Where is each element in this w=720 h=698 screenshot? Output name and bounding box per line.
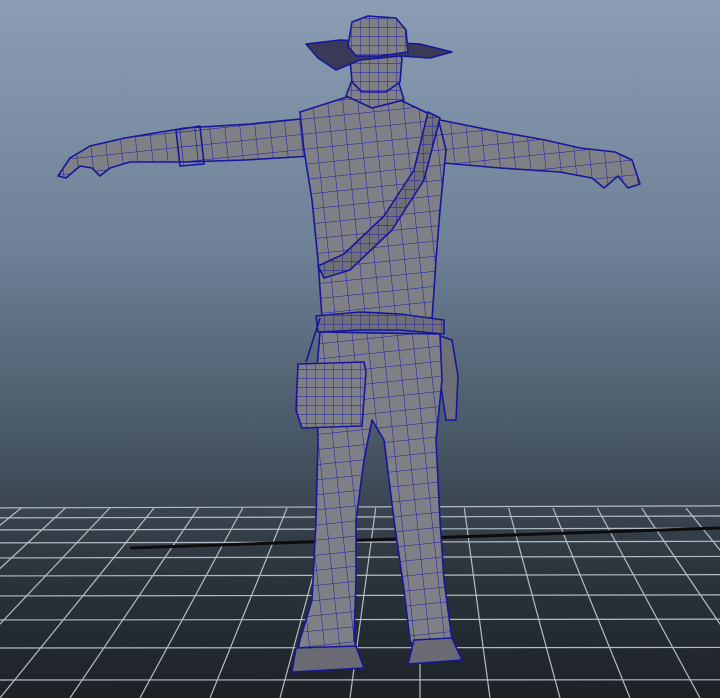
grid-line bbox=[0, 507, 66, 570]
grid-line bbox=[0, 574, 720, 577]
grid-line bbox=[0, 507, 22, 527]
grid-line bbox=[0, 515, 720, 519]
3d-viewport[interactable] bbox=[0, 0, 720, 698]
left-boot-mesh bbox=[291, 645, 365, 673]
grid-line bbox=[0, 555, 720, 559]
ground-grid bbox=[0, 505, 720, 698]
grid-line bbox=[209, 507, 288, 698]
viewport-canvas[interactable] bbox=[0, 0, 720, 698]
left-cuff-mesh bbox=[175, 125, 205, 167]
grid-line bbox=[552, 507, 631, 698]
grid-line bbox=[508, 507, 561, 698]
character-model[interactable] bbox=[57, 15, 641, 673]
grid-line bbox=[0, 507, 111, 625]
right-boot-mesh bbox=[407, 637, 463, 665]
satchel-wire bbox=[296, 362, 366, 428]
grid-line bbox=[0, 527, 720, 531]
grid-line bbox=[0, 646, 720, 649]
grid-line bbox=[641, 507, 720, 626]
grid-line bbox=[0, 507, 155, 698]
grid-line bbox=[139, 507, 244, 698]
right-arm-wire bbox=[430, 118, 640, 188]
grid-line bbox=[0, 594, 720, 597]
grid-line bbox=[685, 507, 720, 551]
hat-crown-wire bbox=[348, 16, 408, 56]
grid-line bbox=[0, 505, 720, 509]
grid-line bbox=[69, 507, 199, 698]
grid-line bbox=[596, 507, 701, 698]
